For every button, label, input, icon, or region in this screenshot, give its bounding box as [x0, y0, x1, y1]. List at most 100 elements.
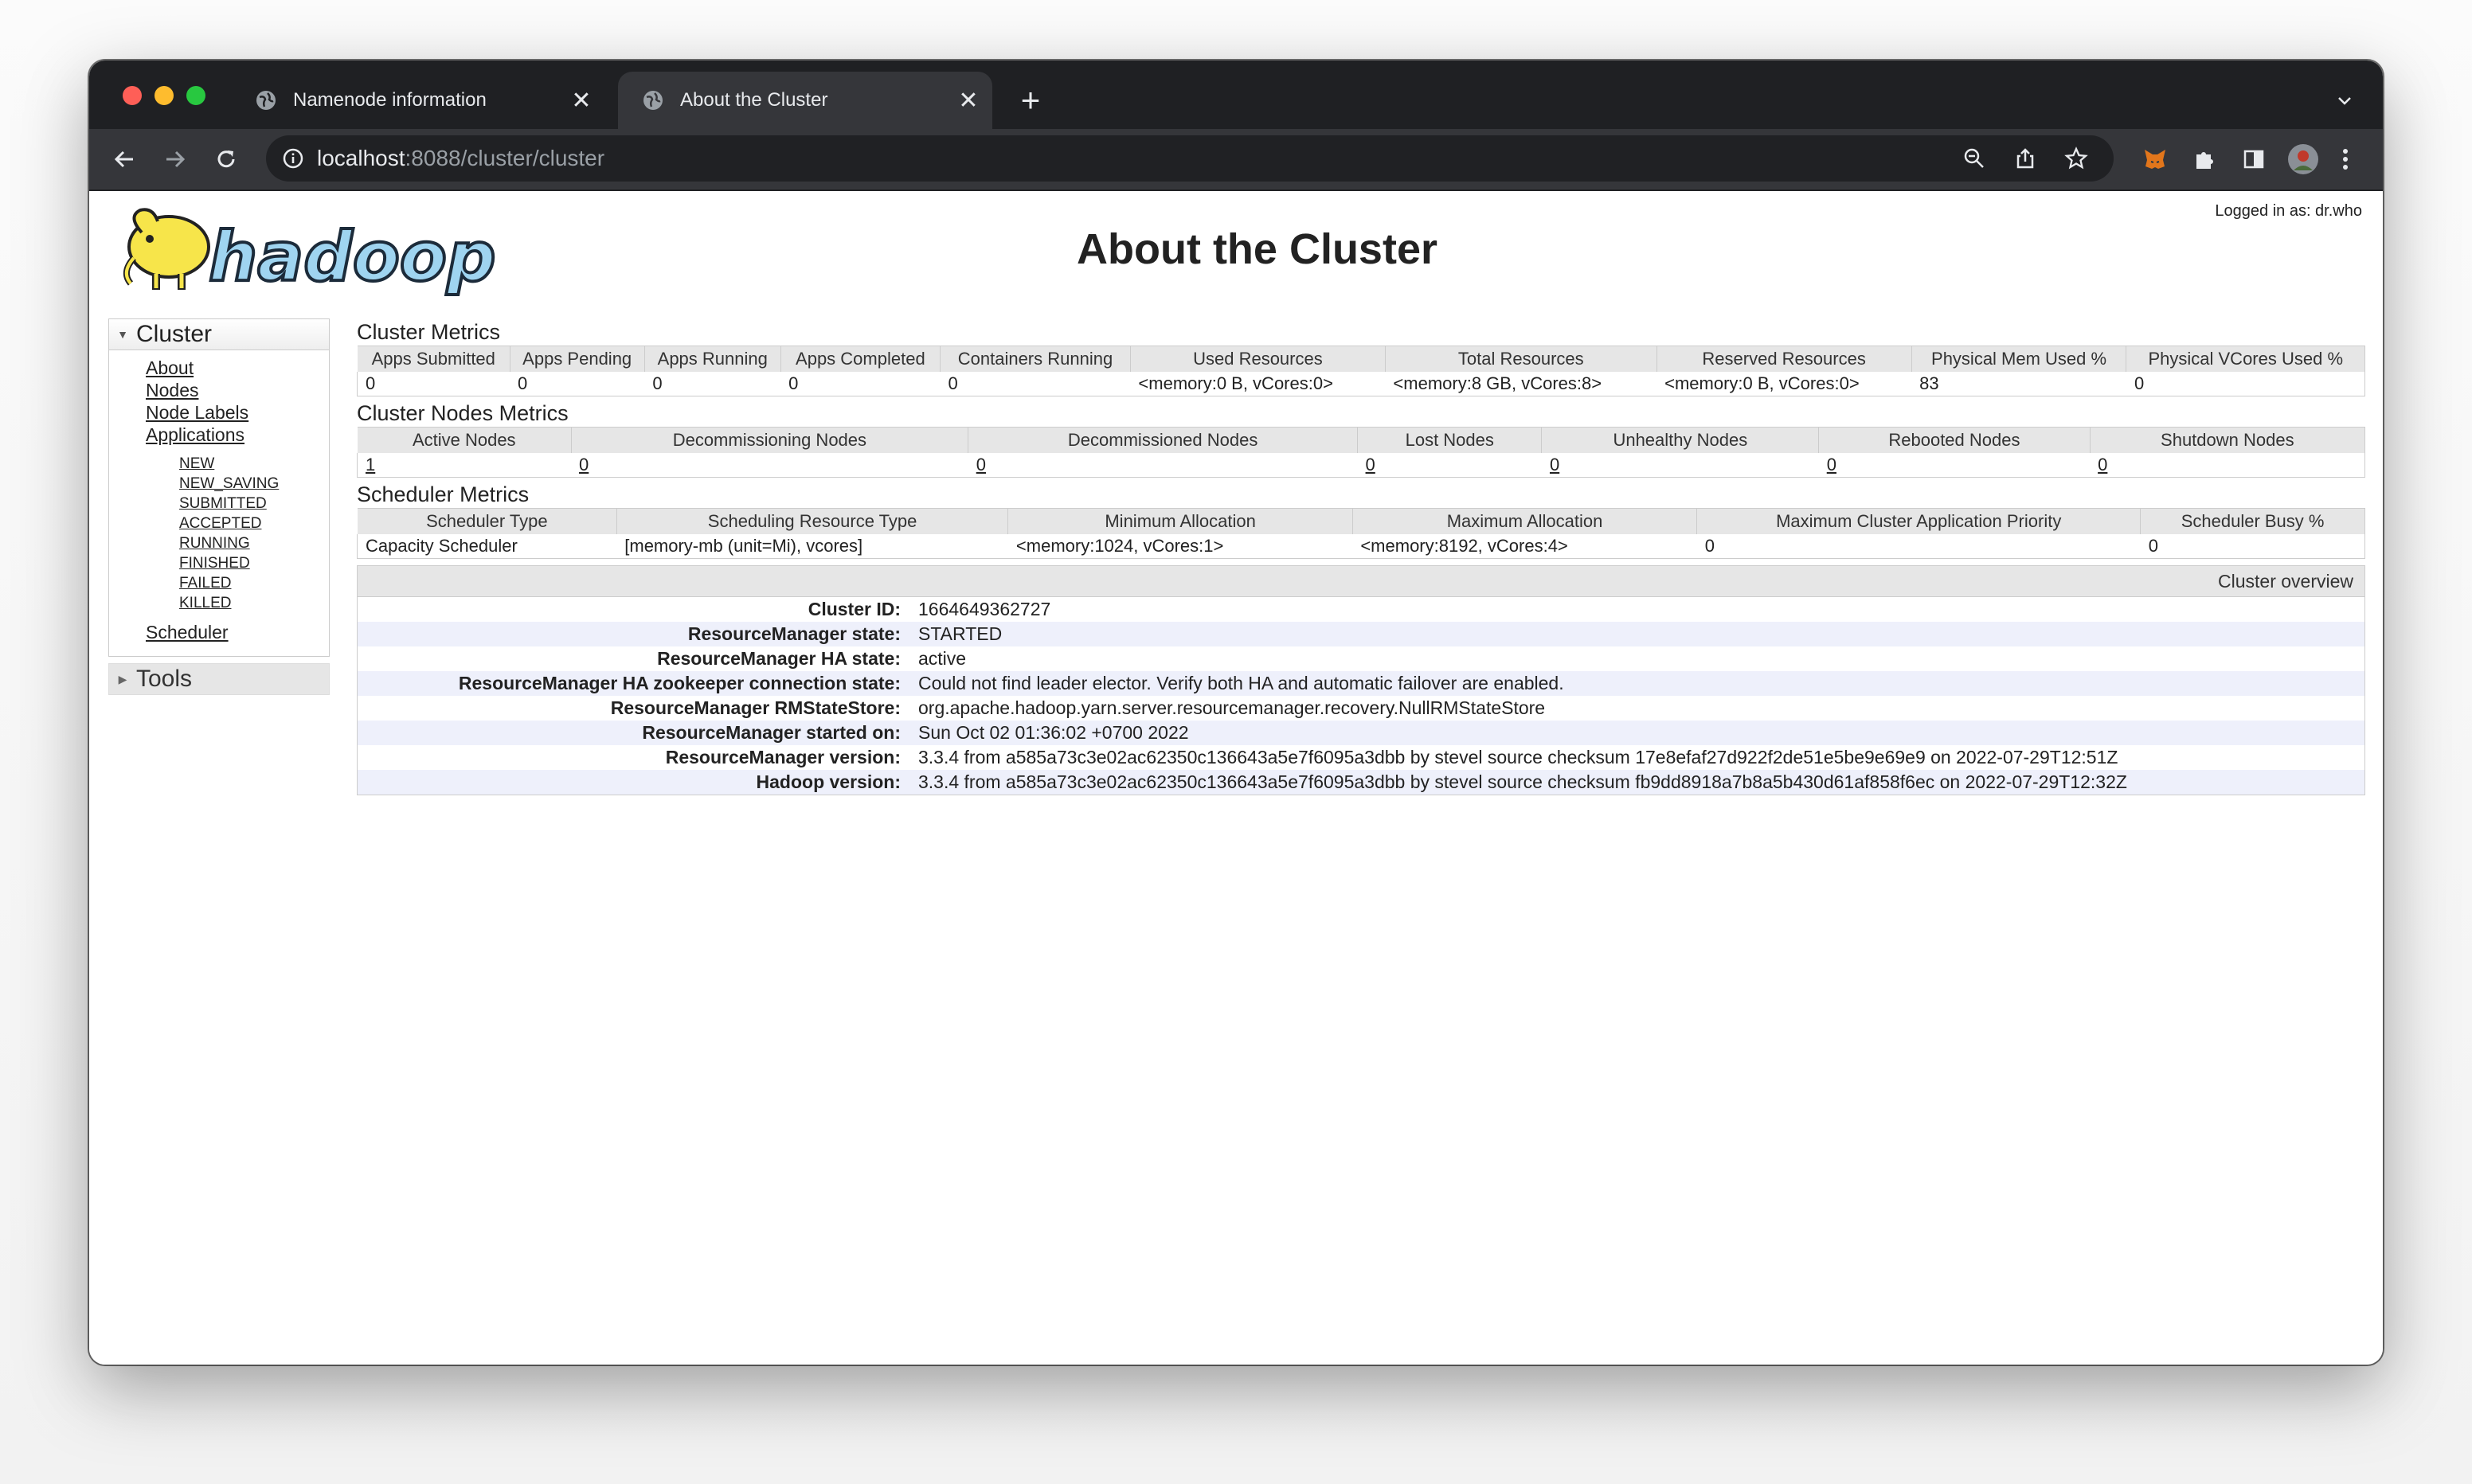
logged-in-user: Logged in as: dr.who: [2215, 202, 2362, 220]
side-panel-icon[interactable]: [2235, 140, 2273, 178]
minimize-window-button[interactable]: [154, 86, 174, 105]
table-cell: 0: [518, 373, 528, 393]
close-tab-icon[interactable]: ✕: [952, 84, 984, 116]
hadoop-logo[interactable]: hadoop: [111, 201, 498, 299]
overview-value: 3.3.4 from a585a73c3e02ac62350c136643a5e…: [918, 747, 2118, 767]
url-text: localhost:8088/cluster/cluster: [317, 146, 605, 170]
table-cell: <memory:8 GB, vCores:8>: [1393, 373, 1602, 393]
table-cell: Capacity Scheduler: [366, 536, 518, 556]
column-header: Decommissioned Nodes: [968, 427, 1359, 453]
tab-namenode-information[interactable]: Namenode information ✕: [231, 72, 605, 129]
bookmark-star-icon[interactable]: [2064, 146, 2088, 174]
extensions-puzzle-icon[interactable]: [2185, 140, 2224, 178]
share-icon[interactable]: [2013, 146, 2037, 174]
unhealthy-nodes-link[interactable]: 0: [1542, 453, 1819, 478]
column-header: Decommissioning Nodes: [570, 427, 969, 453]
zoom-icon[interactable]: [1962, 146, 1986, 174]
tab-title: Namenode information: [293, 89, 487, 111]
overview-value: Could not find leader elector. Verify bo…: [918, 673, 1564, 693]
overview-row: ResourceManager HA state: active: [358, 646, 2364, 671]
overview-value: STARTED: [918, 623, 1003, 644]
lost-nodes-link[interactable]: 0: [1358, 453, 1542, 478]
overview-value: 1664649362727: [918, 599, 1051, 619]
profile-avatar[interactable]: [2284, 140, 2322, 178]
column-header: Scheduler Busy %: [2140, 508, 2365, 534]
table-cell: 0: [2134, 373, 2145, 393]
table-cell: 0: [366, 373, 376, 393]
forward-button[interactable]: [156, 140, 194, 178]
overview-row: Hadoop version: 3.3.4 from a585a73c3e02ac…: [358, 770, 2364, 795]
table-cell: 0: [1704, 536, 1715, 556]
cluster-overview-panel: Cluster overview Cluster ID: 166464936272…: [357, 565, 2365, 795]
nav-link-scheduler[interactable]: Scheduler: [146, 621, 329, 643]
reload-button[interactable]: [207, 140, 245, 178]
triangle-right-icon: ▶: [118, 672, 127, 685]
nav-link-state-killed[interactable]: KILLED: [179, 593, 329, 613]
table-row: 1 0 0 0 0 0 0: [358, 453, 2365, 478]
globe-icon: [255, 89, 277, 111]
table-cell: 0: [652, 373, 663, 393]
tab-strip: Namenode information ✕ About the Cluster…: [89, 61, 2383, 129]
rebooted-nodes-link[interactable]: 0: [1819, 453, 2090, 478]
nav-link-state-submitted[interactable]: SUBMITTED: [179, 494, 329, 514]
nav-link-state-accepted[interactable]: ACCEPTED: [179, 514, 329, 533]
nav-link-about[interactable]: About: [146, 357, 329, 379]
nav-link-state-finished[interactable]: FINISHED: [179, 553, 329, 573]
tools-nav-label: Tools: [136, 666, 193, 692]
overview-row: ResourceManager started on: Sun Oct 02 01…: [358, 721, 2364, 745]
column-header: Physical VCores Used %: [2126, 346, 2365, 372]
column-header: Reserved Resources: [1656, 346, 1912, 372]
tab-search-chevron-icon[interactable]: [2329, 84, 2361, 116]
column-header: Apps Submitted: [357, 346, 510, 372]
address-bar[interactable]: localhost:8088/cluster/cluster: [266, 135, 2114, 182]
back-button[interactable]: [105, 140, 143, 178]
browser-window: Namenode information ✕ About the Cluster…: [89, 61, 2383, 1365]
column-header: Apps Pending: [509, 346, 645, 372]
nav-link-state-running[interactable]: RUNNING: [179, 533, 329, 553]
shutdown-nodes-link[interactable]: 0: [2090, 453, 2364, 478]
tools-nav-header[interactable]: ▶ Tools: [108, 663, 330, 695]
svg-text:hadoop: hadoop: [209, 217, 496, 296]
close-window-button[interactable]: [123, 86, 142, 105]
table-cell: <memory:8192, vCores:4>: [1360, 536, 1568, 556]
overview-key: ResourceManager state:: [687, 623, 901, 644]
metamask-extension-icon[interactable]: [2136, 140, 2174, 178]
overview-value: active: [918, 648, 967, 669]
active-nodes-link[interactable]: 1: [358, 453, 572, 478]
decommissioning-nodes-link[interactable]: 0: [571, 453, 968, 478]
nav-link-applications[interactable]: Applications: [146, 424, 329, 446]
cluster-nav-header[interactable]: ▼ Cluster: [109, 319, 329, 350]
site-info-icon[interactable]: [282, 147, 304, 174]
nav-link-state-failed[interactable]: FAILED: [179, 573, 329, 593]
cluster-nav-links: About Nodes Node Labels Applications NEW…: [109, 350, 329, 656]
table-row: Capacity Scheduler [memory-mb (unit=Mi),…: [358, 534, 2365, 559]
column-header: Used Resources: [1129, 346, 1386, 372]
tab-about-the-cluster[interactable]: About the Cluster ✕: [618, 72, 992, 129]
page-title: About the Cluster: [1077, 225, 1437, 273]
table-cell: 0: [2148, 536, 2158, 556]
table-cell: [memory-mb (unit=Mi), vcores]: [624, 536, 863, 556]
nav-link-state-new-saving[interactable]: NEW_SAVING: [179, 474, 329, 494]
cluster-nodes-metrics-table: Active Nodes Decommissioning Nodes Decom…: [357, 427, 2366, 478]
table-cell: 0: [788, 373, 799, 393]
sidebar-nav: ▼ Cluster About Nodes Node Labels Applic…: [108, 318, 330, 695]
nav-link-node-labels[interactable]: Node Labels: [146, 401, 329, 424]
new-tab-button[interactable]: +: [1013, 81, 1048, 119]
maximize-window-button[interactable]: [186, 86, 205, 105]
nav-link-state-new[interactable]: NEW: [179, 454, 329, 474]
tab-title: About the Cluster: [680, 89, 828, 111]
cluster-overview-heading: Cluster overview: [358, 566, 2364, 597]
column-header: Active Nodes: [357, 427, 572, 453]
application-states-list: NEW NEW_SAVING SUBMITTED ACCEPTED RUNNIN…: [146, 454, 329, 613]
main-content: Cluster Metrics Apps Submitted Apps Pend…: [357, 318, 2366, 795]
overview-row: ResourceManager state: STARTED: [358, 622, 2364, 646]
close-tab-icon[interactable]: ✕: [565, 84, 597, 116]
decommissioned-nodes-link[interactable]: 0: [968, 453, 1358, 478]
browser-menu-icon[interactable]: [2333, 140, 2357, 178]
forward-arrow-icon: [166, 150, 186, 168]
cluster-nav-group: ▼ Cluster About Nodes Node Labels Applic…: [108, 318, 330, 657]
overview-key: ResourceManager HA zookeeper connection …: [458, 673, 901, 693]
column-header: Unhealthy Nodes: [1541, 427, 1820, 453]
nav-link-nodes[interactable]: Nodes: [146, 379, 329, 401]
cluster-nav-label: Cluster: [136, 321, 213, 347]
